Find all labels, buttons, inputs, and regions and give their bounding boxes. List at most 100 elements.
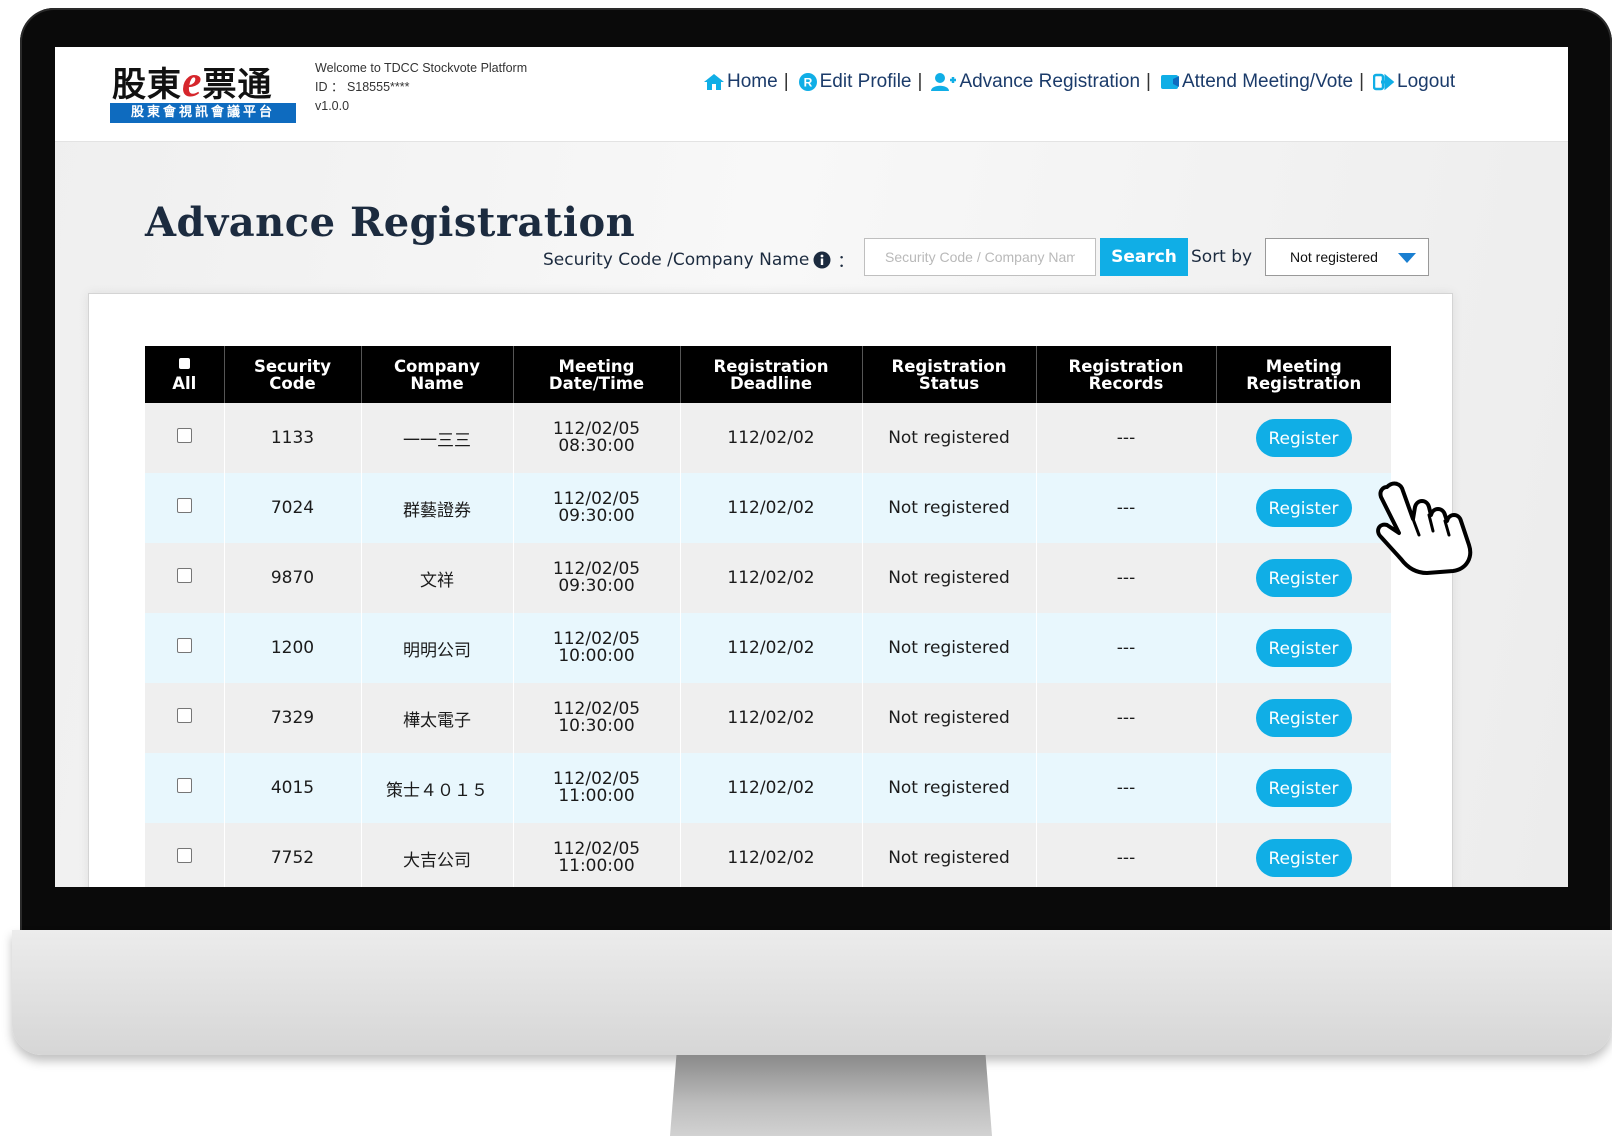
nav-edit-profile[interactable]: R Edit Profile	[798, 71, 912, 93]
company-name-cell: 策士４０１５	[361, 753, 514, 823]
stockvote-logo[interactable]: 股東e票通 股東會視訊會議平台	[110, 57, 296, 125]
welcome-text: Welcome to TDCC Stockvote Platform	[315, 61, 528, 75]
row-checkbox[interactable]	[176, 638, 192, 653]
register-button[interactable]: Register	[1255, 769, 1352, 807]
row-checkbox[interactable]	[176, 498, 192, 513]
meeting-registration-cell: Register	[1216, 543, 1392, 613]
register-button[interactable]: Register	[1255, 559, 1352, 597]
registration-records-cell: ---	[1036, 753, 1217, 823]
search-label: Security Code /Company Name ：	[543, 247, 855, 273]
nav-logout-label: Logout	[1397, 71, 1456, 92]
meeting-registration-cell: Register	[1216, 403, 1392, 473]
meeting-datetime-cell: 112/02/05 09:30:00	[513, 473, 681, 543]
registration-status-cell: Not registered	[862, 543, 1037, 613]
security-code-cell: 7024	[224, 473, 362, 543]
info-icon[interactable]	[813, 251, 831, 269]
meeting-registration-cell: Register	[1216, 823, 1392, 887]
company-name-cell: 明明公司	[361, 613, 514, 683]
row-checkbox[interactable]	[176, 708, 192, 723]
select-all-header[interactable]: All	[145, 346, 225, 403]
row-select-cell	[145, 683, 225, 753]
register-button[interactable]: Register	[1255, 489, 1352, 527]
nav-logout[interactable]: Logout	[1373, 71, 1455, 93]
nav-separator: |	[1146, 71, 1151, 92]
nav-advance-registration[interactable]: Advance Registration	[931, 71, 1140, 93]
header-registration-records: Registration Records	[1036, 346, 1217, 403]
meeting-datetime-cell: 112/02/05 11:00:00	[513, 823, 681, 887]
row-select-cell	[145, 823, 225, 887]
nav-home[interactable]: Home	[703, 71, 778, 93]
meeting-icon	[1160, 75, 1179, 89]
search-label-text: Security Code /Company Name	[543, 249, 810, 270]
register-button[interactable]: Register	[1255, 629, 1352, 667]
row-checkbox[interactable]	[176, 848, 192, 863]
registration-records-cell: ---	[1036, 403, 1217, 473]
nav-attend-meeting[interactable]: Attend Meeting/Vote	[1160, 71, 1353, 93]
registration-records-cell: ---	[1036, 683, 1217, 753]
table-row: 7024 群藝證券 112/02/05 09:30:00 112/02/02 Not re…	[145, 473, 1392, 543]
company-name-cell: 大吉公司	[361, 823, 514, 887]
sort-label: Sort by	[1191, 247, 1253, 267]
search-colon: ：	[837, 252, 855, 272]
sort-select-value: Not registered	[1290, 249, 1378, 265]
company-name-cell: 樺太電子	[361, 683, 514, 753]
security-code-cell: 9870	[224, 543, 362, 613]
table-row: 1200 明明公司 112/02/05 10:00:00 112/02/02 Not re…	[145, 613, 1392, 683]
row-checkbox[interactable]	[176, 778, 192, 793]
registration-status-cell: Not registered	[862, 613, 1037, 683]
nav-separator: |	[917, 71, 923, 92]
meeting-time: 11:00:00	[558, 785, 635, 806]
meeting-time: 10:00:00	[558, 645, 635, 666]
register-button[interactable]: Register	[1255, 839, 1352, 877]
registration-status-cell: Not registered	[862, 753, 1037, 823]
security-code-cell: 7752	[224, 823, 362, 887]
registration-deadline-cell: 112/02/02	[680, 823, 863, 887]
header-meeting-datetime: Meeting Date/Time	[513, 346, 681, 403]
meeting-time: 11:00:00	[558, 855, 635, 876]
row-checkbox[interactable]	[176, 568, 192, 583]
row-checkbox[interactable]	[176, 428, 192, 443]
header-company-name: Company Name	[361, 346, 514, 403]
home-icon	[704, 74, 724, 90]
page-title: Advance Registration	[145, 199, 636, 246]
registration-table: All Security Code Company Name Meeting Date…	[145, 346, 1392, 887]
meeting-time: 10:30:00	[558, 715, 635, 736]
security-code-cell: 1133	[224, 403, 362, 473]
registration-status-cell: Not registered	[862, 403, 1037, 473]
table-row: 7752 大吉公司 112/02/05 11:00:00 112/02/02 Not re…	[145, 823, 1392, 887]
meeting-registration-cell: Register	[1216, 683, 1392, 753]
logo-subtitle: 股東會視訊會議平台	[110, 103, 296, 123]
table-row: 1133 一一三三 112/02/05 08:30:00 112/02/02 Not re…	[145, 403, 1392, 473]
nav-home-label: Home	[727, 71, 778, 92]
table-header-row: All Security Code Company Name Meeting Date…	[145, 346, 1391, 403]
registration-deadline-cell: 112/02/02	[680, 753, 863, 823]
select-all-checkbox[interactable]	[178, 357, 190, 369]
meeting-datetime-cell: 112/02/05 10:30:00	[513, 683, 681, 753]
registration-deadline-cell: 112/02/02	[680, 403, 863, 473]
registration-records-cell: ---	[1036, 543, 1217, 613]
register-button[interactable]: Register	[1255, 419, 1352, 457]
security-code-cell: 7329	[224, 683, 362, 753]
company-name-cell: 群藝證券	[361, 473, 514, 543]
header-security-code: Security Code	[224, 346, 362, 403]
site-header: 股東e票通 股東會視訊會議平台 Welcome to TDCC Stockvot…	[55, 47, 1568, 142]
search-button[interactable]: Search	[1100, 238, 1188, 276]
hand-pointer-icon	[1376, 481, 1473, 575]
row-select-cell	[145, 473, 225, 543]
version: v1.0.0	[315, 99, 350, 113]
search-input[interactable]	[864, 238, 1096, 276]
register-button[interactable]: Register	[1255, 699, 1352, 737]
meeting-registration-cell: Register	[1216, 473, 1392, 543]
row-select-cell	[145, 403, 225, 473]
header-meeting-registration: Meeting Registration	[1216, 346, 1391, 403]
registration-records-cell: ---	[1036, 473, 1217, 543]
nav-separator: |	[783, 71, 789, 92]
monitor-chin	[12, 930, 1612, 1055]
table-row: 4015 策士４０１５ 112/02/05 11:00:00 112/02/02 Not …	[145, 753, 1392, 823]
sort-select[interactable]: Not registered	[1265, 238, 1429, 276]
table-row: 9870 文祥 112/02/05 09:30:00 112/02/02 Not regi…	[145, 543, 1392, 613]
meeting-registration-cell: Register	[1216, 753, 1392, 823]
meeting-datetime-cell: 112/02/05 09:30:00	[513, 543, 681, 613]
meeting-registration-cell: Register	[1216, 613, 1392, 683]
table-row: 7329 樺太電子 112/02/05 10:30:00 112/02/02 Not re…	[145, 683, 1392, 753]
